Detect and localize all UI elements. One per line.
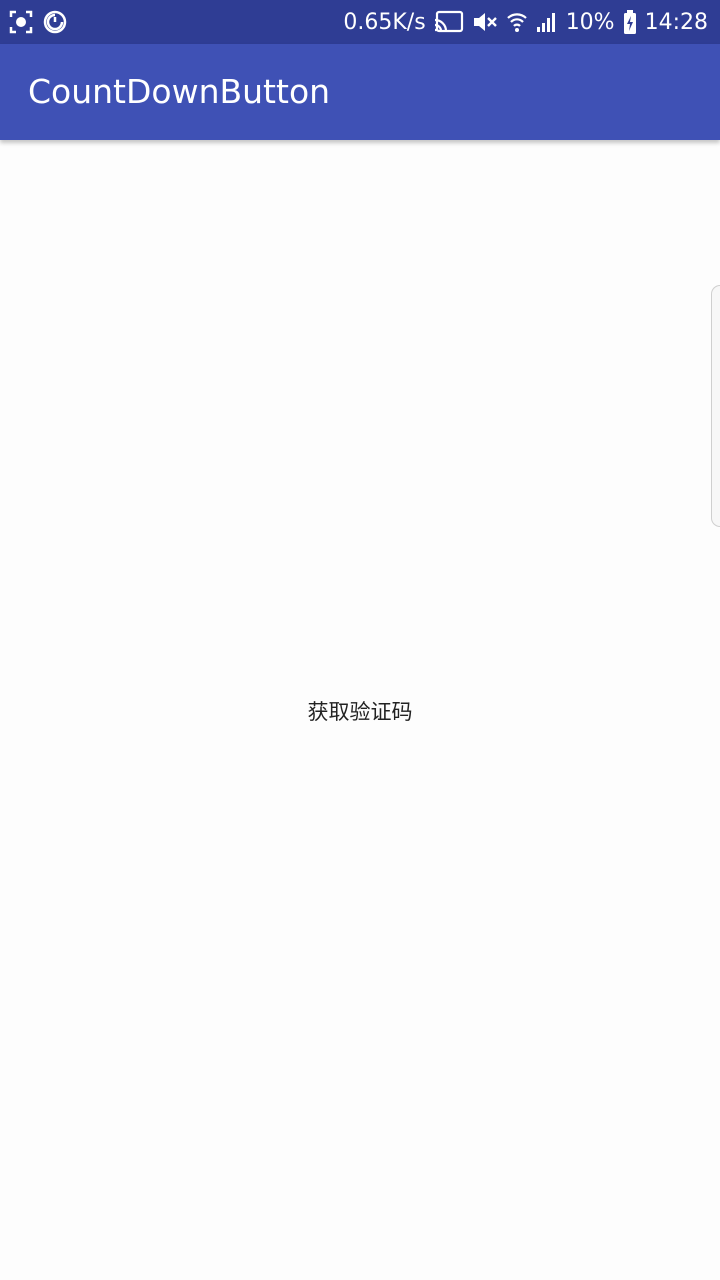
get-verification-code-button[interactable]: 获取验证码 [260,690,460,734]
cast-icon [434,10,464,34]
status-bar: 0.65K/s 10% 14:28 [0,0,720,44]
battery-charging-icon [623,9,637,35]
status-left-icons [8,8,68,36]
battery-percent: 10% [565,9,615,35]
signal-icon [536,10,558,34]
edge-panel-handle[interactable] [711,285,720,527]
app-bar: CountDownButton [0,44,720,140]
app-title: CountDownButton [28,72,331,111]
clock: 14:28 [644,9,708,35]
wifi-icon [506,9,528,35]
status-right-icons: 0.65K/s 10% 14:28 [343,6,708,38]
screenshot-icon [8,9,34,35]
network-speed: 0.65K/s [343,9,426,35]
mute-icon [472,10,498,34]
sync-icon [42,9,68,35]
